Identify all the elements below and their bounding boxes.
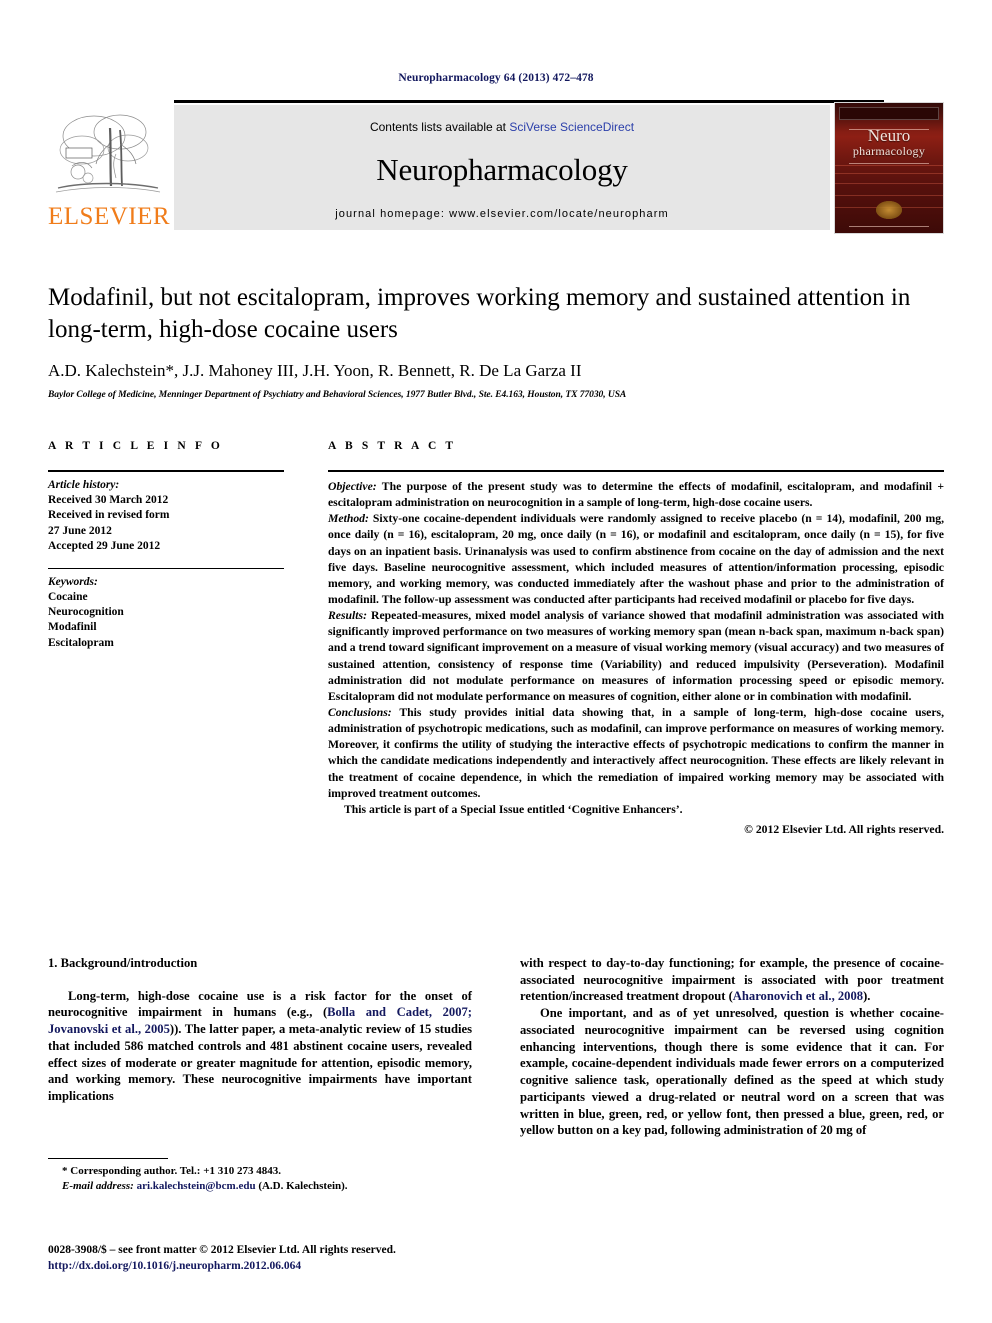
page-title: Modafinil, but not escitalopram, improve… (48, 284, 911, 343)
info-abstract-region: A R T I C L E I N F O A B S T R A C T Ar… (48, 440, 944, 836)
cover-badge-icon (876, 201, 902, 219)
issn-line: 0028-3908/$ – see front matter © 2012 El… (48, 1244, 396, 1256)
doi-link[interactable]: http://dx.doi.org/10.1016/j.neuropharm.2… (48, 1258, 518, 1274)
section-heading-background-introduction: 1. Background/introduction (48, 956, 198, 970)
contents-prefix: Contents lists available at (369, 120, 510, 134)
abstract-results-text: Repeated-measures, mixed model analysis … (328, 609, 944, 703)
email-label: E-mail address: (62, 1179, 134, 1192)
email-note: E-mail address: ari.kalechstein@bcm.edu … (48, 1179, 472, 1194)
abstract-conclusions-text: This study provides initial data showing… (328, 705, 944, 800)
copyright-line: © 2012 Elsevier Ltd. All rights reserved… (744, 822, 944, 836)
abstract-results: Results: Repeated-measures, mixed model … (328, 608, 944, 705)
abstract-objective-text: The purpose of the present study was to … (328, 480, 944, 510)
abstract-rule (328, 470, 944, 472)
article-info-column-head: A R T I C L E I N F O (48, 440, 284, 452)
keywords-block: Keywords: Cocaine Neurocognition Modafin… (48, 575, 284, 651)
keyword-item: Modafinil (48, 621, 97, 634)
sciencedirect-link[interactable]: SciVerse ScienceDirect (509, 120, 634, 134)
abstract-conclusions: Conclusions: This study provides initial… (328, 705, 944, 802)
abstract-objective: Objective: The purpose of the present st… (328, 479, 944, 511)
abstract-results-label: Results: (328, 609, 367, 623)
author-affiliation: Baylor College of Medicine, Menninger De… (48, 390, 627, 401)
section-headings-row: A R T I C L E I N F O A B S T R A C T (48, 440, 944, 466)
body-column-left: 1. Background/introduction Long-term, hi… (48, 955, 472, 1105)
abstract-method-label: Method: (328, 512, 369, 526)
journal-masthead: ELSEVIER Contents lists available at Sci… (48, 100, 944, 234)
article-info-column: Article history: Received 30 March 2012 … (48, 466, 284, 651)
history-line: Accepted 29 June 2012 (48, 539, 161, 552)
keywords-label: Keywords: (48, 575, 98, 588)
body-paragraph: One important, and as of yet unresolved,… (520, 1006, 944, 1138)
abstract-heading: A B S T R A C T (328, 440, 457, 452)
keyword-item: Neurocognition (48, 606, 124, 619)
email-link[interactable]: ari.kalechstein@bcm.edu (137, 1180, 256, 1192)
journal-homepage-link[interactable]: journal homepage: www.elsevier.com/locat… (174, 208, 830, 220)
body-text-run: ). (863, 989, 871, 1004)
cover-header-bar (839, 107, 939, 120)
article-history-label: Article history: (48, 479, 120, 491)
abstract-method: Method: Sixty-one cocaine-dependent indi… (328, 511, 944, 608)
abstract-method-text: Sixty-one cocaine-dependent individuals … (328, 512, 944, 606)
history-line: 27 June 2012 (48, 524, 112, 537)
abstract-conclusions-label: Conclusions: (328, 705, 392, 719)
footnote-block: * Corresponding author. Tel.: +1 310 273… (48, 1158, 472, 1194)
running-head: Neuropharmacology 64 (2013) 472–478 (398, 72, 594, 84)
author-list: A.D. Kalechstein*, J.J. Mahoney III, J.H… (48, 361, 582, 380)
abstract-column: Objective: The purpose of the present st… (328, 466, 944, 838)
abstract-column-head: A B S T R A C T (328, 440, 944, 452)
body-column-right: with respect to day-to-day functioning; … (520, 955, 944, 1139)
email-suffix: (A.D. Kalechstein). (255, 1179, 348, 1192)
abstract-text: Objective: The purpose of the present st… (328, 479, 944, 838)
article-page: Neuropharmacology 64 (2013) 472–478 ELSE… (0, 0, 992, 1323)
special-issue-note: This article is part of a Special Issue … (344, 802, 683, 816)
cover-title-line2: pharmacology (852, 143, 926, 158)
history-line: Received 30 March 2012 (48, 494, 169, 507)
journal-cover-thumbnail: Neuro pharmacology (834, 102, 944, 234)
article-info-rule (48, 470, 284, 472)
journal-band: Contents lists available at SciVerse Sci… (174, 105, 830, 230)
keyword-item: Escitalopram (48, 636, 114, 649)
cover-journal-title: Neuro pharmacology (835, 127, 943, 157)
title-block: Modafinil, but not escitalopram, improve… (48, 282, 944, 400)
footnote-rule (48, 1158, 168, 1159)
history-line: Received in revised form (48, 509, 170, 522)
contents-available-line: Contents lists available at SciVerse Sci… (174, 120, 830, 134)
elsevier-tree-icon (54, 110, 162, 202)
journal-title: Neuropharmacology (376, 152, 628, 187)
keyword-item: Cocaine (48, 591, 88, 604)
abstract-objective-label: Objective: (328, 480, 377, 493)
corresponding-author-note: * Corresponding author. Tel.: +1 310 273… (62, 1165, 281, 1177)
elsevier-wordmark: ELSEVIER (48, 203, 171, 230)
body-paragraph: Long-term, high-dose cocaine use is a ri… (48, 988, 472, 1105)
citation-link[interactable]: Aharonovich et al., 2008 (733, 989, 863, 1003)
body-paragraph: with respect to day-to-day functioning; … (520, 955, 944, 1005)
body-columns: 1. Background/introduction Long-term, hi… (48, 955, 944, 1255)
issn-doi-block: 0028-3908/$ – see front matter © 2012 El… (48, 1242, 518, 1274)
article-info-heading: A R T I C L E I N F O (48, 440, 223, 452)
keywords-rule (48, 567, 284, 569)
article-history-block: Article history: Received 30 March 2012 … (48, 478, 284, 554)
elsevier-logo: ELSEVIER (48, 106, 171, 230)
masthead-top-rule (174, 100, 884, 103)
cover-title-line1: Neuro (867, 126, 911, 145)
